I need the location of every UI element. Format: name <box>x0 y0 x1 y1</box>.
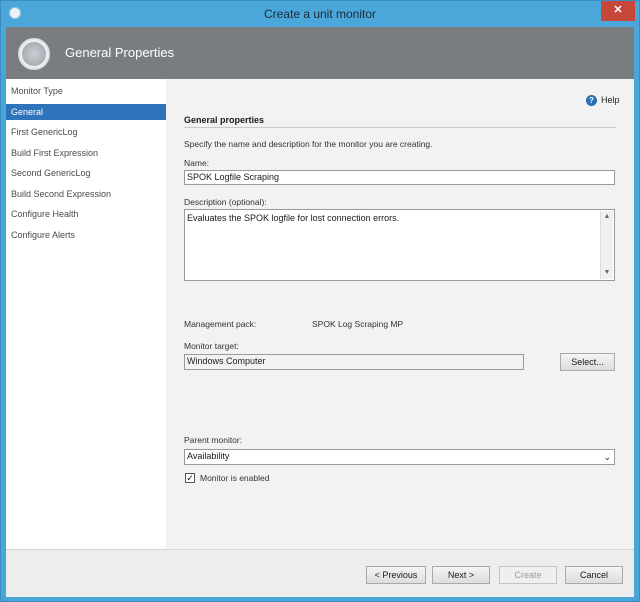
monitor-wizard-icon <box>18 38 50 70</box>
help-icon: ? <box>586 95 597 107</box>
close-button[interactable]: ✕ <box>601 1 635 21</box>
section-divider <box>184 127 616 128</box>
description-scrollbar[interactable]: ▲ ▼ <box>600 211 613 279</box>
nav-item-monitor-type[interactable]: Monitor Type <box>6 83 166 99</box>
nav-item-general[interactable]: General <box>6 104 166 120</box>
management-pack-value: SPOK Log Scraping MP <box>312 319 404 329</box>
intro-text: Specify the name and description for the… <box>184 139 433 149</box>
main-panel: ? Help General properties Specify the nam… <box>166 79 634 549</box>
monitor-target-label: Monitor target: <box>184 341 239 351</box>
create-button[interactable]: Create <box>499 566 557 584</box>
checkmark-icon: ✓ <box>186 473 194 483</box>
help-label: Help <box>601 95 620 105</box>
nav-item-configure-alerts[interactable]: Configure Alerts <box>6 227 166 243</box>
management-pack-label: Management pack: <box>184 319 257 329</box>
wizard-footer: < Previous Next > Create Cancel <box>6 549 634 597</box>
title-bar[interactable]: Create a unit monitor ✕ <box>1 1 639 27</box>
window-title: Create a unit monitor <box>263 7 377 21</box>
nav-item-build-first-expression[interactable]: Build First Expression <box>6 145 166 161</box>
parent-monitor-value: Availability <box>187 451 230 461</box>
section-title: General properties <box>184 115 265 125</box>
wizard-step-nav: Monitor Type General First GenericLog Bu… <box>6 79 166 549</box>
description-text: Evaluates the SPOK logfile for lost conn… <box>187 213 400 223</box>
cancel-button[interactable]: Cancel <box>565 566 623 584</box>
monitor-target-field: Windows Computer <box>184 354 524 370</box>
next-button[interactable]: Next > <box>432 566 490 584</box>
description-textarea[interactable]: Evaluates the SPOK logfile for lost conn… <box>184 209 615 281</box>
scroll-down-icon[interactable]: ▼ <box>601 267 613 279</box>
nav-item-second-genericlog[interactable]: Second GenericLog <box>6 165 166 181</box>
header-banner: General Properties <box>6 27 634 79</box>
scroll-up-icon[interactable]: ▲ <box>601 211 613 223</box>
description-label: Description (optional): <box>184 197 267 207</box>
select-target-button[interactable]: Select... <box>560 353 615 371</box>
wizard-window: Create a unit monitor ✕ General Properti… <box>0 0 640 602</box>
help-link[interactable]: ? Help <box>586 93 620 107</box>
previous-button[interactable]: < Previous <box>366 566 426 584</box>
name-input[interactable]: SPOK Logfile Scraping <box>184 170 615 185</box>
chevron-down-icon: ⌄ <box>603 452 611 462</box>
page-title: General Properties <box>65 45 175 60</box>
wizard-client-area: General Properties Monitor Type General … <box>6 27 634 597</box>
monitor-enabled-label: Monitor is enabled <box>200 473 270 483</box>
close-icon: ✕ <box>613 4 623 16</box>
nav-item-first-genericlog[interactable]: First GenericLog <box>6 124 166 140</box>
parent-monitor-select[interactable]: Availability ⌄ <box>184 449 615 465</box>
monitor-enabled-checkbox[interactable]: ✓ <box>185 473 195 483</box>
name-label: Name: <box>184 158 210 168</box>
parent-monitor-label: Parent monitor: <box>184 435 243 445</box>
nav-item-configure-health[interactable]: Configure Health <box>6 206 166 222</box>
nav-item-build-second-expression[interactable]: Build Second Expression <box>6 186 166 202</box>
